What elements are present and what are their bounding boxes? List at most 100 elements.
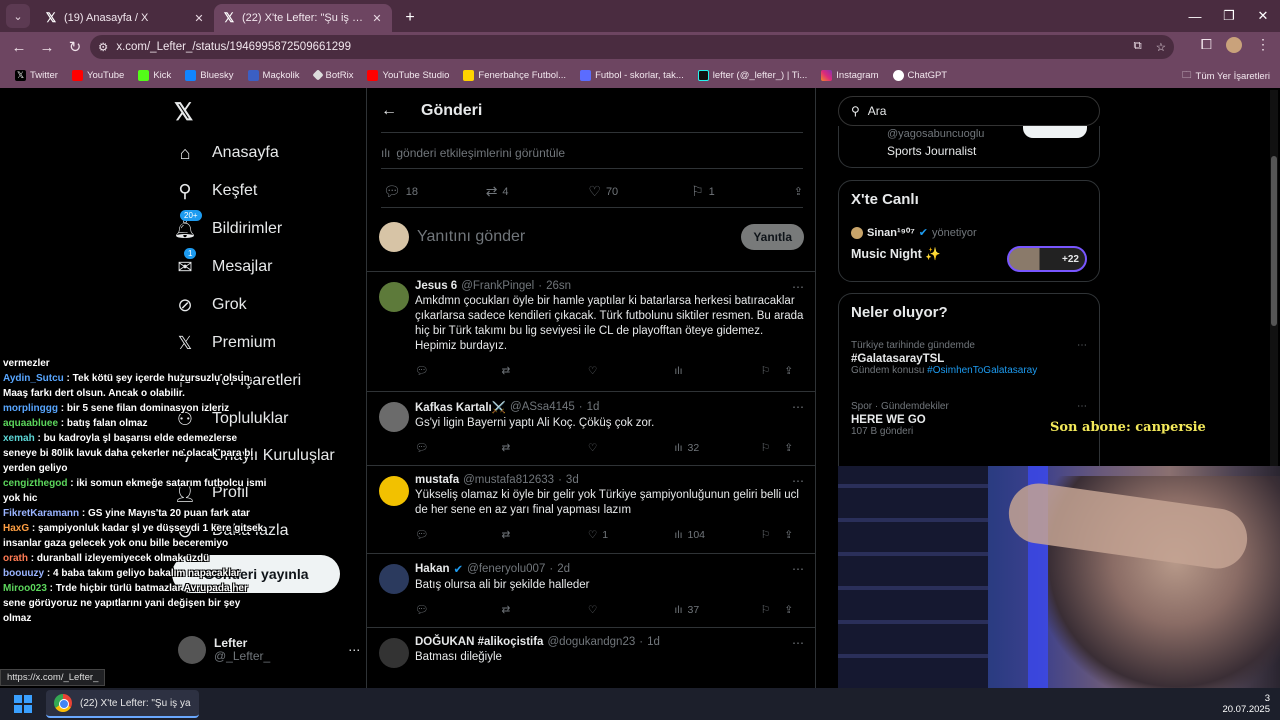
retweet-icon[interactable]: ⇄ — [501, 604, 587, 616]
heart-icon[interactable]: ♡ 1 — [588, 529, 674, 541]
tweet-time[interactable]: 26sn — [546, 280, 571, 292]
windows-start-icon[interactable] — [14, 695, 32, 713]
new-tab-button[interactable]: + — [396, 4, 424, 32]
close-tab-icon[interactable]: ✕ — [192, 12, 206, 25]
author-name[interactable]: DOĞUKAN #alikoçistifa — [415, 636, 543, 648]
author-handle[interactable]: @FrankPingel — [461, 280, 534, 292]
reply-button[interactable]: Yanıtla — [741, 224, 804, 250]
bookmark-mackolik[interactable]: Maçkolik — [241, 69, 307, 81]
more-icon[interactable]: ⋯ — [1077, 340, 1087, 351]
retweet-count[interactable]: ⇄ 4 — [486, 183, 589, 200]
heart-icon[interactable]: ♡ — [588, 365, 674, 377]
bookmark-icon[interactable]: ⚐ — [761, 604, 785, 616]
reload-icon[interactable]: ↻ — [62, 34, 88, 60]
views-icon[interactable]: ılı — [674, 365, 760, 377]
views-icon[interactable]: ılı 32 — [674, 442, 760, 454]
bookmark-futbol[interactable]: Futbol - skorlar, tak... — [573, 69, 691, 81]
live-show-title[interactable]: Music Night ✨ — [851, 247, 941, 262]
heart-icon[interactable]: ♡ — [588, 442, 674, 454]
views-icon[interactable]: ılı 37 — [674, 604, 760, 616]
bookmark-icon[interactable]: ⚐ — [761, 365, 785, 377]
back-arrow-icon[interactable]: ← — [381, 102, 397, 120]
share-icon[interactable]: ⇪ — [784, 442, 804, 454]
reply-input[interactable]: Yanıtını gönder — [417, 228, 733, 246]
reply-tweet[interactable]: ⋯ mustafa @mustafa812633 · 3d Yükseliş olam… — [367, 465, 816, 553]
scrollbar-thumb[interactable] — [1271, 156, 1277, 326]
account-handle[interactable]: @yagosabuncuoglu — [887, 128, 984, 140]
bookmark-count[interactable]: ⚐ 1 — [691, 183, 794, 200]
trend-link[interactable]: #OsimhenToGalatasaray — [927, 365, 1037, 376]
trend-item[interactable]: Türkiye tarihinde gündemde ⋯ #Galatasara… — [851, 340, 1087, 376]
author-handle[interactable]: @dogukandgn23 — [547, 636, 635, 648]
more-icon[interactable]: ⋯ — [792, 280, 804, 294]
more-icon[interactable]: ⋯ — [792, 562, 804, 576]
nav-messages[interactable]: ✉ 1 Mesajlar — [174, 248, 272, 278]
retweet-icon[interactable]: ⇄ — [501, 529, 587, 541]
x-home-logo-icon[interactable]: 𝕏 — [174, 98, 193, 127]
reply-count[interactable]: 💬︎ 18 — [383, 183, 486, 200]
more-icon[interactable]: ⋯ — [1077, 401, 1087, 412]
live-participants[interactable]: +22 — [1007, 246, 1087, 272]
back-icon[interactable]: ← — [6, 34, 32, 60]
view-engagements-link[interactable]: ılı gönderi etkileşimlerini görüntüle — [381, 146, 565, 160]
reply-tweet[interactable]: ⋯ DOĞUKAN #alikoçistifa @dogukandgn23 · 1d … — [367, 627, 816, 688]
more-icon[interactable]: ⋯ — [792, 474, 804, 488]
tab-search-button[interactable]: ⌄ — [6, 4, 30, 28]
author-handle[interactable]: @ASsa4145 — [510, 401, 575, 413]
install-icon[interactable]: ⧉ — [1133, 40, 1141, 54]
retweet-icon[interactable]: ⇄ — [501, 442, 587, 454]
close-tab-icon[interactable]: ✕ — [370, 12, 384, 25]
author-name[interactable]: Jesus 6 — [415, 280, 457, 292]
bookmark-tiktok[interactable]: lefter (@_lefter_) | Ti... — [691, 69, 814, 81]
tweet-time[interactable]: 3d — [566, 474, 579, 486]
retweet-icon[interactable]: ⇄ — [501, 365, 587, 377]
reply-tweet[interactable]: ⋯ Jesus 6 @FrankPingel · 26sn Amkdmn çocukl… — [367, 271, 816, 391]
tweet-time[interactable]: 1d — [647, 636, 660, 648]
more-icon[interactable]: ⋯ — [792, 636, 804, 650]
tab-2[interactable]: 𝕏 (22) X'te Lefter: "Şu iş ya çok fe ✕ — [214, 4, 392, 32]
forward-icon[interactable]: → — [34, 34, 60, 60]
bookmark-instagram[interactable]: Instagram — [814, 69, 885, 81]
nav-premium[interactable]: 𝕏 Premium — [174, 332, 276, 354]
author-handle[interactable]: @feneryolu007 — [467, 563, 545, 575]
bookmark-bluesky[interactable]: Bluesky — [178, 69, 240, 81]
follow-button[interactable] — [1023, 126, 1087, 138]
author-name[interactable]: Hakan — [415, 563, 450, 575]
extensions-icon[interactable]: ⧠ — [1201, 36, 1212, 53]
tab-1[interactable]: 𝕏 (19) Anasayfa / X ✕ — [36, 4, 214, 32]
reply-tweet[interactable]: ⋯ Hakan ✔ @feneryolu007 · 2d Batış olursa al… — [367, 553, 816, 627]
author-name[interactable]: mustafa — [415, 474, 459, 486]
nav-notifications[interactable]: 🔔︎ 20+ Bildirimler — [174, 210, 282, 240]
reply-tweet[interactable]: ⋯ Kafkas Kartalı⚔️ @ASsa4145 · 1d Gs'yi lig… — [367, 391, 816, 465]
more-dots-icon[interactable]: ⋯ — [348, 643, 360, 657]
bookmark-botrix[interactable]: BotRix — [307, 69, 361, 81]
views-icon[interactable]: ılı 104 — [674, 529, 760, 541]
taskbar-chrome-app[interactable]: (22) X'te Lefter: "Şu iş ya — [46, 690, 199, 718]
reply-icon[interactable]: 💬︎ — [415, 528, 501, 541]
restore-icon[interactable]: ❐ — [1212, 0, 1246, 32]
clock[interactable]: 3 20.07.2025 — [1222, 693, 1270, 715]
more-icon[interactable]: ⋯ — [792, 400, 804, 414]
share-icon[interactable]: ⇪ — [784, 529, 804, 541]
minimize-icon[interactable]: — — [1178, 0, 1212, 32]
like-count[interactable]: ♡ 70 — [588, 183, 691, 200]
nav-grok[interactable]: ⊘ Grok — [174, 294, 246, 316]
tweet-time[interactable]: 1d — [587, 401, 600, 413]
bookmark-kick[interactable]: Kick — [131, 69, 178, 81]
account-switcher[interactable]: Lefter @_Lefter_ ⋯ — [178, 636, 360, 664]
bookmark-youtube[interactable]: YouTube — [65, 69, 131, 81]
heart-icon[interactable]: ♡ — [588, 604, 674, 616]
star-icon[interactable]: ☆ — [1156, 40, 1166, 54]
author-handle[interactable]: @mustafa812633 — [463, 474, 554, 486]
menu-icon[interactable]: ⋮ — [1256, 36, 1270, 53]
reply-icon[interactable]: 💬︎ — [415, 441, 501, 454]
share-icon[interactable]: ⇪ — [784, 365, 804, 377]
bookmark-youtube-studio[interactable]: YouTube Studio — [360, 69, 456, 81]
share-icon[interactable]: ⇪ — [784, 604, 804, 616]
tweet-time[interactable]: 2d — [557, 563, 570, 575]
close-window-icon[interactable]: ✕ — [1246, 0, 1280, 32]
site-info-icon[interactable]: ⚙ — [98, 40, 108, 54]
reply-icon[interactable]: 💬︎ — [415, 364, 501, 377]
reply-icon[interactable]: 💬︎ — [415, 603, 501, 616]
bookmark-twitter[interactable]: 𝕏 Twitter — [8, 69, 65, 81]
